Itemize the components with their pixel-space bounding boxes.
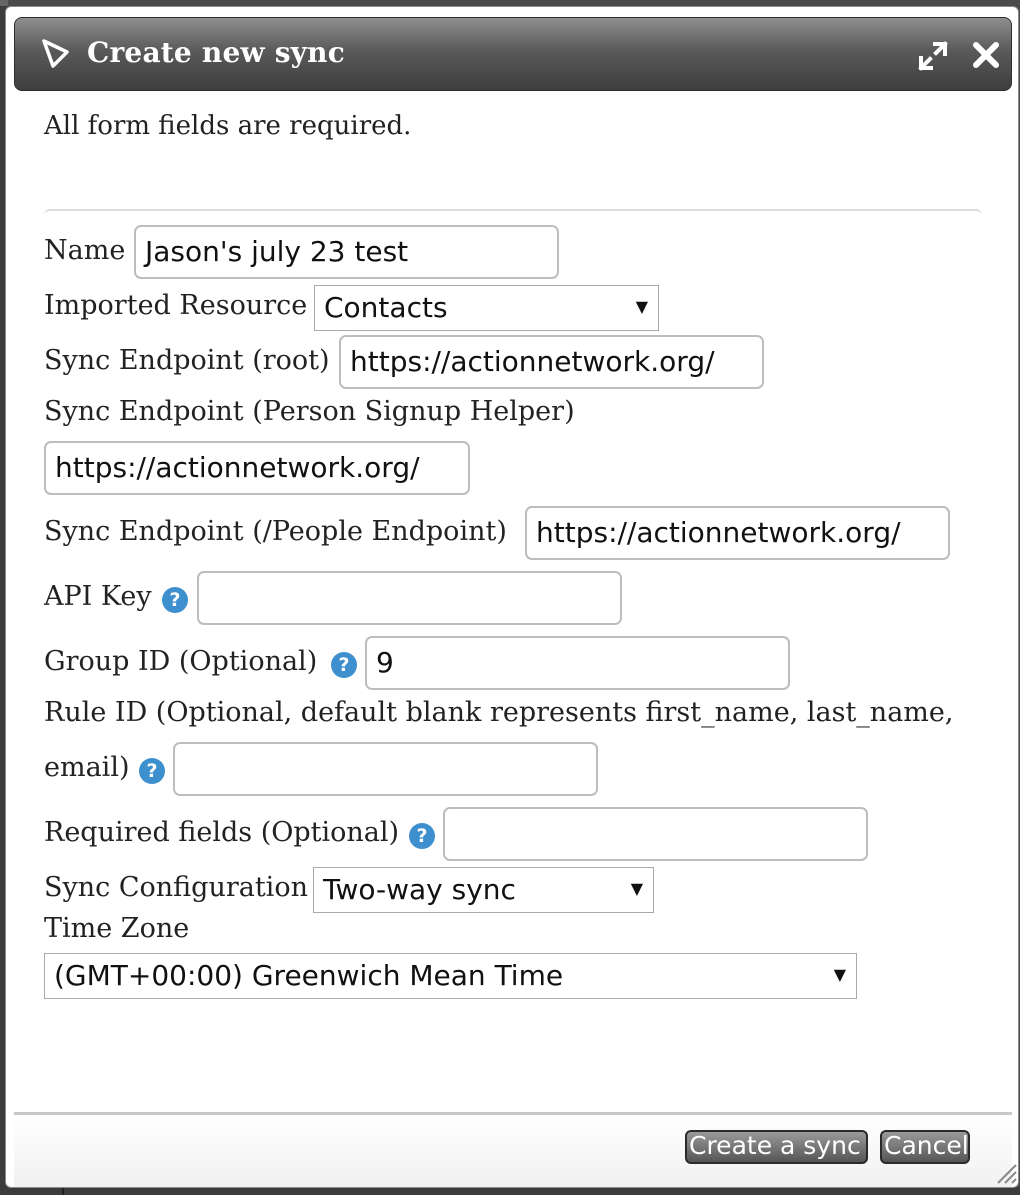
endpoint-people-label: Sync Endpoint (/People Endpoint) [44,516,507,547]
required-fields-help-icon[interactable]: ? [409,823,435,849]
api-key-help-icon[interactable]: ? [162,587,188,613]
dialog-title: Create new sync [87,36,345,69]
rule-id-input[interactable] [173,742,598,796]
required-fields-input[interactable] [443,807,868,861]
endpoint-signup-input[interactable]: https://actionnetwork.org/ [44,441,470,495]
time-zone-value: (GMT+00:00) Greenwich Mean Time [54,959,564,992]
chevron-down-icon: ▼ [635,297,648,316]
expand-icon[interactable] [917,40,951,74]
rule-id-help-icon[interactable]: ? [139,758,165,784]
endpoint-root-input[interactable]: https://actionnetwork.org/ [339,335,764,389]
time-zone-label: Time Zone [44,913,190,944]
endpoint-root-label: Sync Endpoint (root) [44,345,330,376]
required-notice: All form fields are required. [44,111,412,141]
name-label: Name [44,235,126,266]
rule-id-label-line1: Rule ID (Optional, default blank represe… [44,697,954,728]
create-sync-button[interactable]: Create a sync [685,1130,868,1164]
imported-resource-select[interactable]: Contacts ▼ [314,285,659,331]
resize-handle-icon[interactable] [994,1161,1018,1185]
close-icon[interactable] [971,40,1005,74]
cancel-button[interactable]: Cancel [880,1130,970,1164]
form-separator [44,209,982,215]
group-id-label: Group ID (Optional) [44,646,318,677]
time-zone-select[interactable]: (GMT+00:00) Greenwich Mean Time ▼ [44,953,857,999]
group-id-help-icon[interactable]: ? [331,652,357,678]
background-bottom-strip [0,1187,1020,1195]
create-sync-dialog: Create new sync All form fields are requ… [5,6,1019,1188]
chevron-down-icon: ▼ [630,879,643,898]
endpoint-people-input[interactable]: https://actionnetwork.org/ [525,506,950,560]
sync-config-value: Two-way sync [323,873,516,906]
sync-config-label: Sync Configuration [44,872,308,903]
name-input[interactable]: Jason's july 23 test [134,225,559,279]
imported-resource-label: Imported Resource [44,290,308,321]
api-key-input[interactable] [197,571,622,625]
imported-resource-value: Contacts [324,291,448,324]
api-key-label: API Key [44,581,152,612]
group-id-input[interactable]: 9 [365,636,790,690]
rule-id-label-line2: email) [44,752,130,783]
dialog-titlebar[interactable]: Create new sync [14,17,1012,91]
sync-logo-icon [39,38,71,70]
endpoint-signup-label: Sync Endpoint (Person Signup Helper) [44,396,575,427]
chevron-down-icon: ▼ [833,965,846,984]
sync-config-select[interactable]: Two-way sync ▼ [313,867,654,913]
required-fields-label: Required fields (Optional) [44,817,400,848]
